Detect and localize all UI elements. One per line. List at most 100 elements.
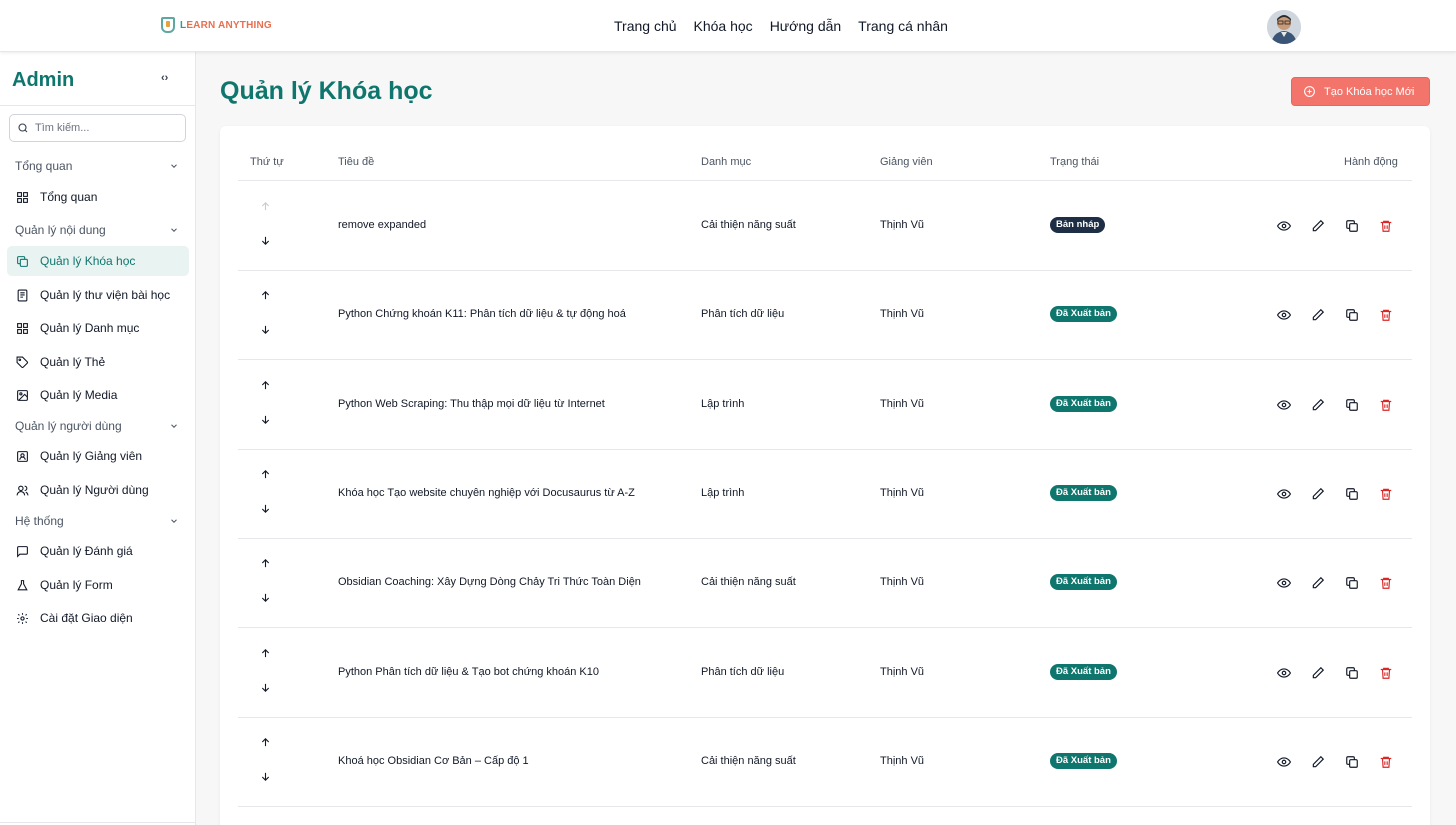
move-up-icon[interactable] — [260, 290, 271, 304]
chevron-down-icon — [171, 228, 177, 232]
nav-profile[interactable]: Trang cá nhân — [858, 18, 948, 34]
delete-icon[interactable] — [1379, 219, 1394, 234]
duplicate-icon[interactable] — [1345, 219, 1360, 234]
duplicate-icon[interactable] — [1345, 487, 1360, 502]
course-title: Khoá học Obsidian Cơ Bản – Cấp độ 1 — [338, 754, 529, 767]
move-down-icon[interactable] — [260, 592, 271, 606]
move-down-icon[interactable] — [260, 503, 271, 517]
edit-icon[interactable] — [1311, 666, 1326, 681]
duplicate-icon[interactable] — [1345, 666, 1360, 681]
collapse-sidebar-icon[interactable]: ‹› — [161, 72, 168, 84]
edit-icon[interactable] — [1311, 398, 1326, 413]
copy-icon — [17, 255, 28, 267]
view-icon[interactable] — [1277, 219, 1292, 234]
row-actions — [1277, 666, 1394, 681]
nav-courses[interactable]: Khóa học — [694, 18, 753, 34]
group-users-label: Quản lý người dùng — [15, 419, 122, 433]
sidebar-search[interactable] — [9, 114, 186, 142]
brand-logo[interactable]: LEARN ANYTHING — [161, 17, 272, 33]
col-title: Tiêu đề — [338, 156, 375, 168]
row-actions — [1277, 755, 1394, 770]
move-down-icon[interactable] — [260, 324, 271, 338]
sidebar-item-label: Quản lý Media — [40, 388, 118, 402]
edit-icon[interactable] — [1311, 219, 1326, 234]
row-actions — [1277, 576, 1394, 591]
col-actions: Hành động — [1344, 156, 1398, 168]
nav-guide[interactable]: Hướng dẫn — [770, 18, 841, 34]
course-title: Python Web Scraping: Thu thập mọi dữ liệ… — [338, 397, 605, 410]
sidebar-item-theme-settings[interactable]: Cài đặt Giao diện — [7, 603, 189, 633]
edit-icon[interactable] — [1311, 576, 1326, 591]
course-instructor: Thịnh Vũ — [880, 486, 925, 499]
sidebar-item-label: Quản lý Khóa học — [40, 254, 136, 268]
sidebar-item-overview[interactable]: Tổng quan — [7, 182, 189, 212]
message-icon — [17, 545, 28, 558]
course-title: Khóa học Tạo website chuyên nghiệp với D… — [338, 486, 635, 499]
delete-icon[interactable] — [1379, 666, 1394, 681]
logo-text: LEARN ANYTHING — [180, 19, 272, 31]
duplicate-icon[interactable] — [1345, 308, 1360, 323]
course-title: Obsidian Coaching: Xây Dựng Dòng Chảy Tr… — [338, 576, 641, 589]
move-up-icon[interactable] — [260, 737, 271, 751]
group-overview[interactable]: Tổng quan — [15, 159, 179, 173]
order-controls — [260, 469, 272, 519]
view-icon[interactable] — [1277, 308, 1292, 323]
sidebar-item-label: Cài đặt Giao diện — [40, 611, 133, 625]
move-down-icon[interactable] — [260, 235, 271, 249]
order-controls — [260, 201, 272, 251]
move-down-icon[interactable] — [260, 682, 271, 696]
view-icon[interactable] — [1277, 398, 1292, 413]
delete-icon[interactable] — [1379, 576, 1394, 591]
move-down-icon[interactable] — [260, 771, 271, 785]
course-category: Cải thiện năng suất — [701, 219, 796, 231]
search-input[interactable] — [35, 122, 175, 134]
sidebar-item-media[interactable]: Quản lý Media — [7, 380, 189, 410]
sidebar-item-courses[interactable]: Quản lý Khóa học — [7, 246, 189, 276]
group-content[interactable]: Quản lý nội dung — [15, 223, 179, 237]
move-down-icon[interactable] — [260, 414, 271, 428]
sidebar-item-label: Tổng quan — [40, 190, 98, 204]
view-icon[interactable] — [1277, 755, 1292, 770]
move-up-icon[interactable] — [260, 380, 271, 394]
sidebar-item-reviews[interactable]: Quản lý Đánh giá — [7, 536, 189, 566]
view-icon[interactable] — [1277, 576, 1292, 591]
delete-icon[interactable] — [1379, 755, 1394, 770]
delete-icon[interactable] — [1379, 308, 1394, 323]
move-up-icon[interactable] — [260, 648, 271, 662]
order-controls — [260, 558, 272, 608]
duplicate-icon[interactable] — [1345, 398, 1360, 413]
status-badge: Đã Xuất bản — [1050, 395, 1117, 412]
sidebar-item-instructors[interactable]: Quản lý Giảng viên — [7, 441, 189, 471]
admin-sidebar: Admin ‹› Tổng quan Tổng quan Quản lý nội… — [0, 52, 196, 825]
sidebar-item-categories[interactable]: Quản lý Danh mục — [7, 313, 189, 343]
sidebar-item-users[interactable]: Quản lý Người dùng — [7, 475, 189, 505]
group-users[interactable]: Quản lý người dùng — [15, 419, 179, 433]
status-badge: Đã Xuất bản — [1050, 663, 1117, 680]
sidebar-item-lesson-library[interactable]: Quản lý thư viện bài học — [7, 280, 189, 310]
sidebar-item-tags[interactable]: Quản lý Thẻ — [7, 347, 189, 377]
delete-icon[interactable] — [1379, 487, 1394, 502]
edit-icon[interactable] — [1311, 755, 1326, 770]
group-system[interactable]: Hệ thống — [15, 514, 179, 528]
image-icon — [17, 389, 28, 401]
chevron-down-icon — [171, 164, 177, 168]
course-category: Phân tích dữ liệu — [701, 665, 785, 678]
delete-icon[interactable] — [1379, 398, 1394, 413]
order-controls — [260, 380, 272, 430]
table-row: Python Chứng khoán K11: Phân tích dữ liệ… — [238, 270, 1412, 361]
nav-home[interactable]: Trang chủ — [614, 18, 677, 34]
page-title: Quản lý Khóa học — [220, 77, 433, 105]
view-icon[interactable] — [1277, 666, 1292, 681]
edit-icon[interactable] — [1311, 487, 1326, 502]
duplicate-icon[interactable] — [1345, 755, 1360, 770]
create-course-button[interactable]: Tạo Khóa học Mới — [1291, 77, 1430, 106]
move-up-icon[interactable] — [260, 469, 271, 483]
top-navbar: LEARN ANYTHING Trang chủ Khóa học Hướng … — [0, 0, 1456, 52]
edit-icon[interactable] — [1311, 308, 1326, 323]
sidebar-item-forms[interactable]: Quản lý Form — [7, 570, 189, 600]
sidebar-item-label: Quản lý Giảng viên — [40, 449, 143, 463]
view-icon[interactable] — [1277, 487, 1292, 502]
move-up-icon[interactable] — [260, 558, 271, 572]
user-avatar[interactable] — [1267, 10, 1301, 44]
duplicate-icon[interactable] — [1345, 576, 1360, 591]
